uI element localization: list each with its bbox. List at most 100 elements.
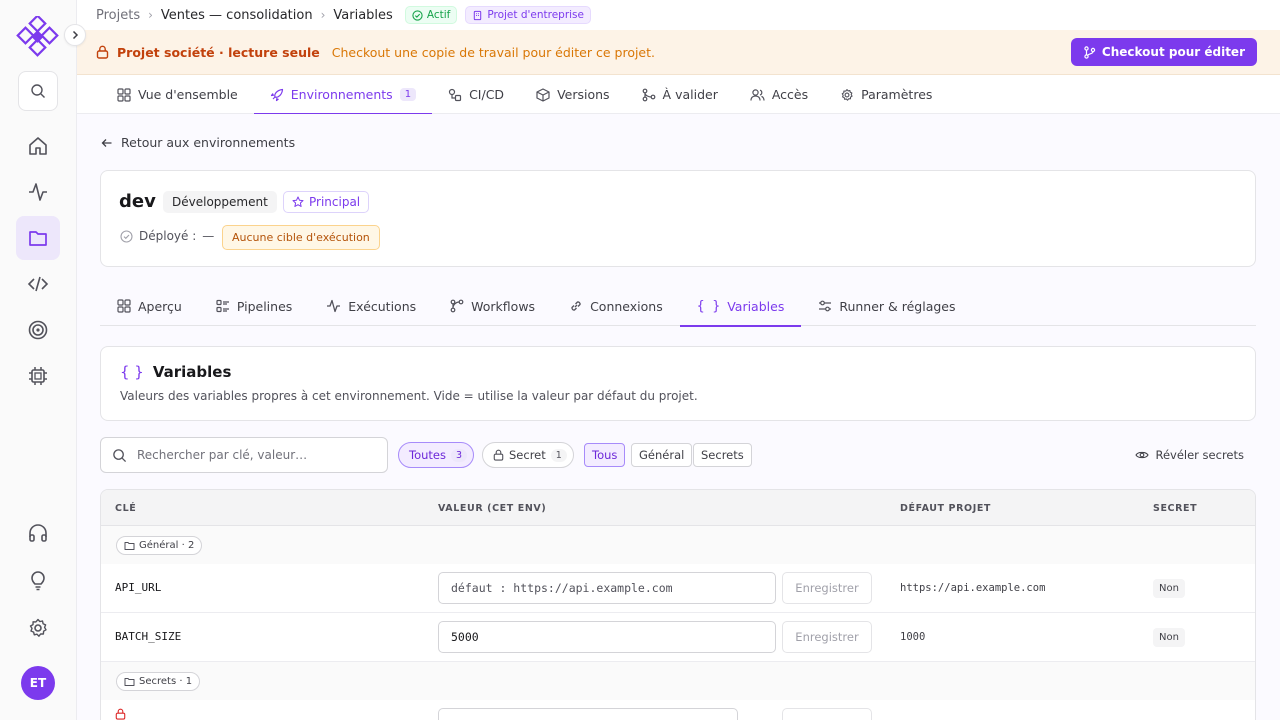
status-badge-label: Actif (426, 9, 451, 21)
breadcrumb-project[interactable]: Ventes — consolidation (161, 8, 313, 23)
tab-count: 1 (399, 88, 417, 101)
workflow-icon (450, 299, 464, 313)
code-icon (27, 276, 49, 292)
checkout-button[interactable]: Checkout pour éditer (1070, 38, 1257, 66)
folder-icon (124, 677, 135, 686)
content-area: Retour aux environnements dev Développem… (77, 114, 1280, 720)
environment-name: dev (119, 191, 156, 212)
search-input[interactable]: Rechercher par clé, valeur… (100, 437, 388, 473)
app-logo[interactable] (16, 16, 60, 60)
lightbulb-icon (31, 571, 45, 591)
secret-value-input[interactable] (438, 708, 738, 720)
chip-count: 3 (450, 448, 468, 462)
rocket-icon (270, 88, 283, 101)
save-button[interactable]: Enregistrer (782, 572, 872, 604)
rail-search-button[interactable] (18, 71, 58, 111)
activity-icon (327, 299, 341, 313)
folder-icon (29, 231, 47, 246)
segment-secrets[interactable]: Secrets (693, 443, 752, 467)
rail-activity[interactable] (16, 170, 60, 214)
filter-secret-chip[interactable]: Secret 1 (482, 442, 574, 468)
git-merge-icon (642, 88, 655, 101)
lock-icon (493, 449, 504, 461)
variables-description: Valeurs des variables propres à cet envi… (120, 389, 698, 403)
status-badge: Actif (404, 6, 458, 24)
search-placeholder: Rechercher par clé, valeur… (137, 448, 308, 462)
variable-value-input[interactable]: défaut : https://api.example.com (438, 572, 776, 604)
subtab-connections[interactable]: Connexions (552, 286, 680, 326)
subtab-label: Aperçu (138, 298, 182, 314)
link-icon (571, 301, 581, 311)
left-rail: ET (0, 0, 86, 720)
save-button[interactable] (782, 708, 872, 720)
subtab-label: Workflows (471, 298, 536, 314)
tab-label: À valider (662, 87, 718, 102)
subtab-workflows[interactable]: Workflows (433, 286, 552, 326)
gear-icon (841, 88, 853, 101)
rail-code[interactable] (16, 262, 60, 306)
rail-support[interactable] (16, 511, 60, 555)
eye-icon (1135, 451, 1150, 459)
tab-cicd[interactable]: CI/CD (432, 75, 520, 114)
tab-label: Vue d'ensemble (138, 87, 238, 102)
filter-all-chip[interactable]: Toutes 3 (398, 442, 475, 468)
subtab-runs[interactable]: Exécutions (309, 286, 433, 326)
subtab-label: Runner & réglages (839, 298, 956, 314)
rail-settings[interactable] (16, 606, 60, 650)
chip-count: 1 (550, 448, 567, 462)
default-value: https://api.example.com (900, 582, 1046, 594)
expand-sidebar-button[interactable] (64, 24, 86, 46)
grid-icon (117, 299, 131, 313)
rail-chip[interactable] (16, 354, 60, 398)
project-tabs: Vue d'ensemble Environnements 1 CI/CD Ve… (77, 75, 1280, 115)
home-icon (29, 137, 47, 155)
search-icon (31, 84, 45, 98)
tab-label: Accès (771, 87, 809, 102)
chip-label: Secret (509, 448, 546, 462)
star-icon (292, 196, 304, 207)
variable-value-input[interactable]: 5000 (438, 621, 776, 653)
tab-versions[interactable]: Versions (520, 75, 625, 114)
cicd-icon (448, 88, 462, 101)
tab-environments[interactable]: Environnements 1 (253, 75, 433, 115)
group-general-chip[interactable]: Général · 2 (116, 536, 203, 555)
segment-general[interactable]: Général (631, 443, 693, 467)
rail-target[interactable] (16, 308, 60, 352)
subtab-pipelines[interactable]: Pipelines (199, 286, 309, 326)
users-icon (750, 88, 765, 101)
deploy-label: Déployé : (139, 229, 197, 243)
subtab-variables[interactable]: { } Variables (679, 286, 802, 327)
tab-settings[interactable]: Paramètres (824, 75, 948, 114)
subtab-label: Variables (727, 298, 785, 314)
breadcrumb-projects[interactable]: Projets (96, 8, 140, 23)
lock-icon (115, 708, 126, 720)
back-link-label: Retour aux environnements (121, 135, 296, 150)
variables-table: CLÉ VALEUR (CET ENV) DÉFAUT PROJET SECRE… (100, 489, 1256, 720)
subtab-overview[interactable]: Aperçu (100, 286, 199, 326)
rail-ideas[interactable] (16, 558, 60, 602)
tab-review[interactable]: À valider (626, 75, 734, 114)
column-default: DÉFAUT PROJET (900, 503, 991, 514)
braces-icon: { } (120, 363, 144, 381)
breadcrumb-current: Variables (333, 7, 393, 23)
folder-icon (124, 541, 135, 550)
arrow-left-icon (101, 138, 112, 147)
tab-access[interactable]: Accès (734, 75, 824, 114)
subtab-runner[interactable]: Runner & réglages (801, 286, 972, 326)
back-link[interactable]: Retour aux environnements (101, 135, 295, 150)
table-row-partial (101, 700, 1255, 720)
segment-all[interactable]: Tous (584, 443, 626, 467)
headphones-icon (29, 524, 47, 542)
tab-overview[interactable]: Vue d'ensemble (101, 75, 254, 114)
reveal-secrets-button[interactable]: Révéler secrets (1135, 448, 1244, 462)
save-button[interactable]: Enregistrer (782, 621, 872, 653)
rail-home[interactable] (16, 124, 60, 168)
rail-projects[interactable] (16, 216, 60, 260)
variables-title: { } Variables (120, 363, 231, 381)
principal-label: Principal (309, 195, 361, 209)
git-branch-icon (1084, 45, 1096, 59)
user-avatar[interactable]: ET (21, 666, 55, 700)
banner-title: Projet société · lecture seule (117, 44, 320, 60)
variables-title-label: Variables (152, 363, 232, 381)
group-secrets-chip[interactable]: Secrets · 1 (116, 672, 201, 691)
